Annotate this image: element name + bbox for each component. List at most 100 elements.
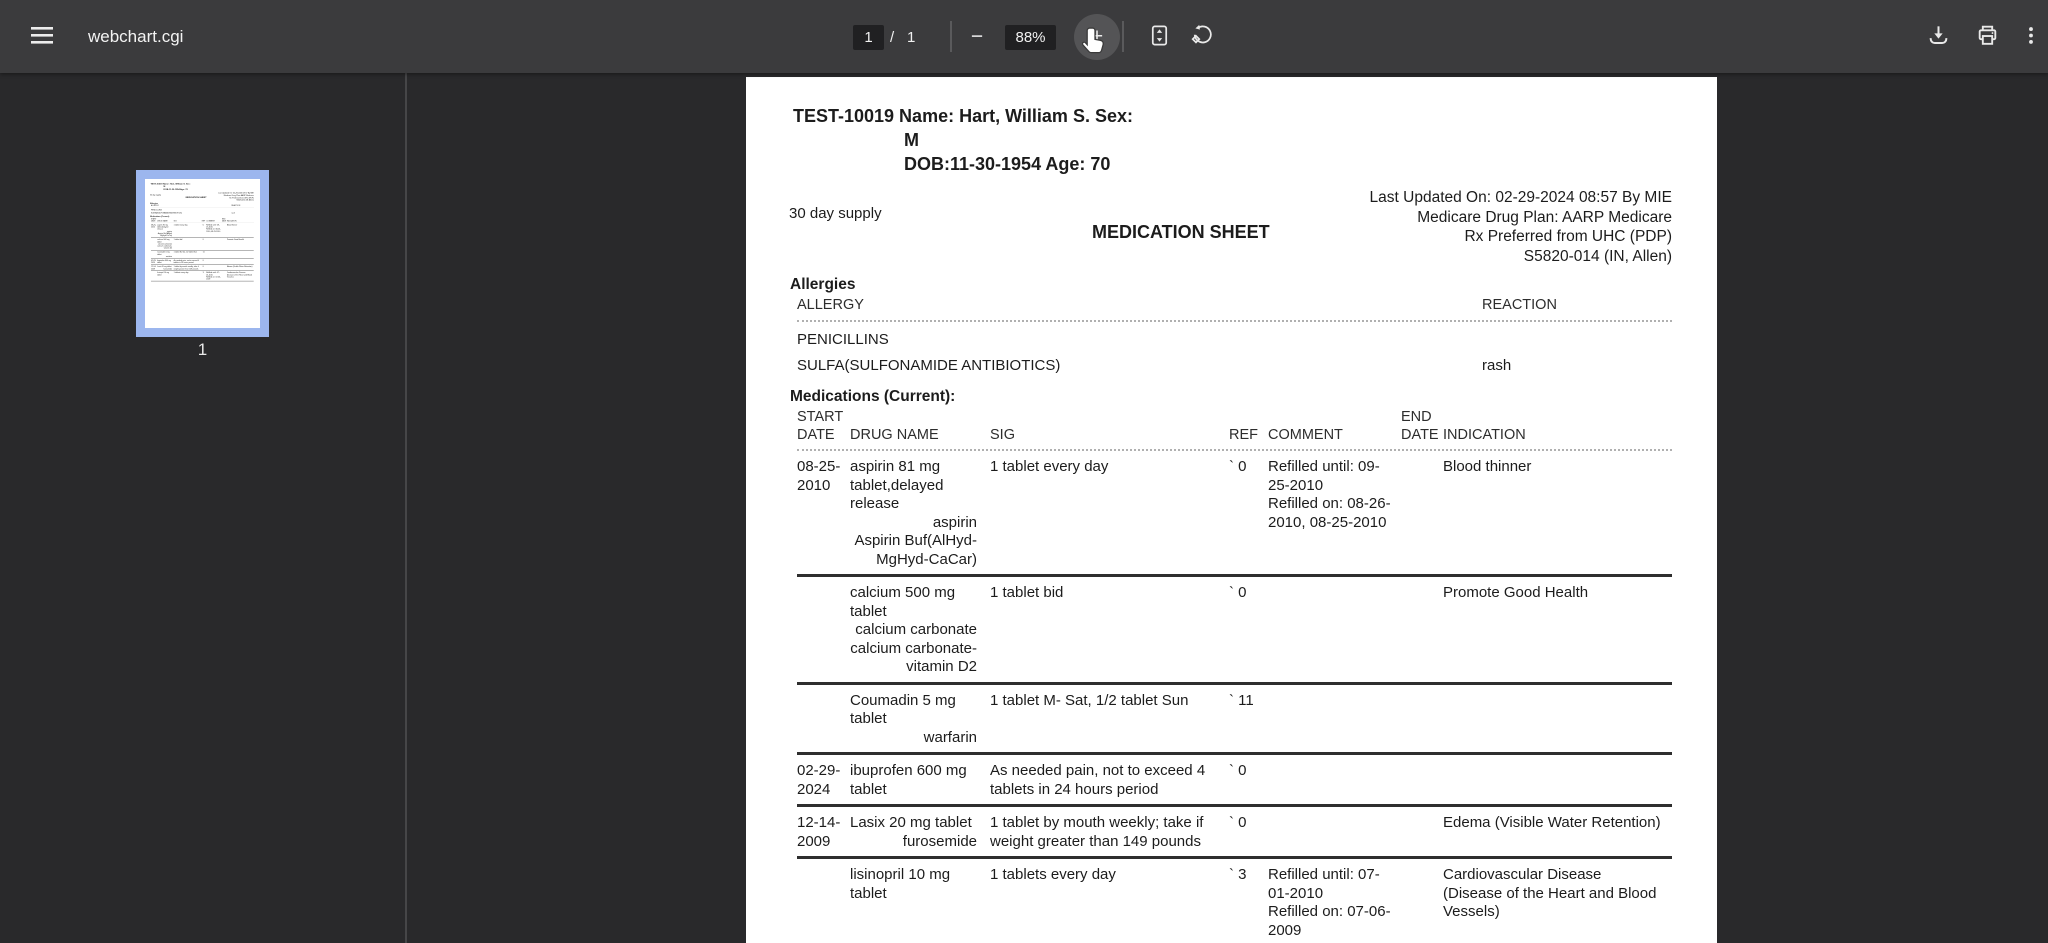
comment-cell <box>1268 807 1401 856</box>
comment-cell <box>1268 755 1401 804</box>
start-date-cell <box>797 577 850 682</box>
allergy-reaction: rash <box>1482 357 1512 374</box>
indication-cell: Cardiovascular Disease (Disease of the H… <box>1443 866 1657 920</box>
start-date-cell: 02-29-2024 <box>797 762 841 798</box>
header-line-bottom: REF <box>1229 427 1258 443</box>
start-date-cell: 08-25-2010 <box>797 458 841 494</box>
sig-cell: 1 tablet bid <box>990 584 1064 601</box>
header-line-top <box>1443 408 1672 426</box>
toolbar-divider <box>1122 21 1124 52</box>
medication-column-header: SIG <box>990 408 1229 444</box>
ref-cell: ` 0 <box>1229 814 1247 831</box>
end-date-cell <box>1401 859 1443 943</box>
document-viewport[interactable]: TEST-10019 Name: Hart, William S. Sex: M… <box>407 73 2048 943</box>
drug-name-cell: ibuprofen 600 mg tablet <box>850 755 990 804</box>
download-button[interactable] <box>1920 19 1956 55</box>
document-page: TEST-10019 Name: Hart, William S. Sex: M… <box>746 77 1717 943</box>
allergies-table: ALLERGY REACTION PENICILLINS SULFA(SULFON… <box>797 297 1672 374</box>
medication-row: calcium 500 mg tablet calcium carbonate ca… <box>797 577 1672 685</box>
last-updated: Last Updated On: 02-29-2024 08:57 By MIE <box>1369 189 1672 206</box>
end-date-cell <box>1401 685 1443 753</box>
page-thumbnail[interactable]: TEST-10019 Name: Hart, William S. Sex: M… <box>136 170 269 337</box>
more-options-button[interactable] <box>2017 19 2045 55</box>
page-thumbnail-preview: TEST-10019 Name: Hart, William S. Sex: M… <box>145 179 259 327</box>
allergies-heading: Allergies <box>790 276 856 293</box>
medications-heading: Medications (Current): <box>790 388 956 405</box>
drug-name-cell: calcium 500 mg tablet calcium carbonate ca… <box>850 577 990 682</box>
sig-cell: 1 tablets every day <box>990 866 1116 883</box>
drug-brand-name: Coumadin 5 mg tablet <box>850 691 956 728</box>
medication-column-header: DRUG NAME <box>850 408 990 444</box>
patient-dob-age: DOB:11-30-1954 Age: 70 <box>904 154 1111 174</box>
zoom-level: 88% <box>1005 25 1056 50</box>
plan-info-block: Last Updated On: 02-29-2024 08:57 By MIE… <box>1370 188 1672 266</box>
comment-cell <box>1268 577 1401 682</box>
start-date-cell <box>797 685 850 753</box>
header-line-top: END <box>1401 409 1432 425</box>
patient-sex: M <box>904 130 919 150</box>
comment-cell <box>1268 685 1401 753</box>
page-separator: / <box>890 29 895 46</box>
start-date-cell <box>797 859 850 943</box>
header-line-top <box>850 408 990 426</box>
comment-cell: Refilled until: 09-25-2010 Refilled on: 0… <box>1268 451 1401 574</box>
page-number-input[interactable]: 1 <box>853 25 884 50</box>
reaction-column-header: REACTION <box>1482 297 1557 313</box>
drug-plan-2: Rx Preferred from UHC (PDP) <box>1464 228 1672 245</box>
drug-name-cell: lisinopril 10 mg tablet <box>850 859 990 943</box>
drug-brand-name: ibuprofen 600 mg tablet <box>850 762 967 798</box>
print-button[interactable] <box>1969 19 2005 55</box>
pdf-toolbar: webchart.cgi 1 / 1 − 88% + <box>0 0 2048 73</box>
drug-generic-name: Aspirin Buf(AlHyd-MgHyd-CaCar) <box>854 532 977 568</box>
end-date-cell <box>1401 577 1443 682</box>
drug-generic-name: warfarin <box>923 728 977 746</box>
medications-table: START DATE DRUG NAME SIG REF COMMENT END DATE IN… <box>797 408 1672 943</box>
menu-button[interactable] <box>24 19 60 55</box>
header-line-bottom: DATE <box>797 427 835 443</box>
zoom-out-button[interactable]: − <box>959 19 995 55</box>
header-line-bottom: COMMENT <box>1268 427 1343 443</box>
rotate-counterclockwise-icon <box>1191 24 1214 50</box>
zoom-in-button[interactable]: + <box>1079 19 1115 55</box>
drug-generic-name: calcium carbonate <box>855 621 977 638</box>
medication-column-header: START DATE <box>797 408 850 444</box>
medication-row: 08-25-2010 aspirin 81 mg tablet,delayed r… <box>797 451 1672 577</box>
allergy-name: SULFA(SULFONAMIDE ANTIBIOTICS) <box>797 357 1061 374</box>
header-line-top: START <box>797 409 844 425</box>
indication-cell: Edema (Visible Water Retention) <box>1443 814 1661 831</box>
sig-cell: As needed pain, not to exceed 4 tablets … <box>990 762 1206 798</box>
thumbnail-sidebar[interactable]: TEST-10019 Name: Hart, William S. Sex: M… <box>0 73 405 943</box>
medication-row: 02-29-2024 ibuprofen 600 mg tablet As need… <box>797 755 1672 807</box>
medication-column-header: END DATE <box>1401 408 1443 444</box>
drug-plan: Medicare Drug Plan: AARP Medicare <box>1417 208 1672 226</box>
medication-row: Coumadin 5 mg tablet warfarin 1 tablet M- … <box>797 685 1672 755</box>
allergy-row: PENICILLINS <box>797 322 1672 348</box>
header-line-top <box>1229 408 1268 426</box>
sig-cell: 1 tablet by mouth weekly; take if weight… <box>990 814 1204 850</box>
drug-name-cell: Lasix 20 mg tablet furosemide <box>850 807 990 856</box>
drug-name-cell: Coumadin 5 mg tablet warfarin <box>850 685 990 753</box>
header-line-bottom: DATE <box>1401 427 1439 443</box>
patient-id-name: TEST-10019 Name: Hart, William S. Sex: <box>793 106 1133 126</box>
header-line-top <box>1268 408 1401 426</box>
drug-plan-3: S5820-014 (IN, Allen) <box>1523 247 1672 265</box>
kebab-menu-icon <box>2020 23 2042 51</box>
rotate-button[interactable] <box>1184 19 1220 55</box>
hamburger-icon <box>30 27 54 49</box>
sheet-title: MEDICATION SHEET <box>1092 222 1270 242</box>
ref-cell: ` 11 <box>1229 691 1254 709</box>
allergy-name: PENICILLINS <box>797 331 889 348</box>
page-total: 1 <box>907 29 916 46</box>
comment-line: Refilled on: 07-06-2009 <box>1268 903 1391 939</box>
drug-name-cell: aspirin 81 mg tablet,delayed release aspi… <box>850 451 990 574</box>
drug-brand-name: Lasix 20 mg tablet <box>850 814 972 831</box>
ref-cell: ` 0 <box>1229 584 1247 601</box>
comment-cell: Refilled until: 07-01-2010 Refilled on: 0… <box>1268 859 1401 943</box>
fit-to-page-button[interactable] <box>1141 19 1177 55</box>
ref-cell: ` 3 <box>1229 866 1247 883</box>
medication-column-header: COMMENT <box>1268 408 1401 444</box>
sig-cell: 1 tablet M- Sat, 1/2 tablet Sun <box>990 691 1189 709</box>
allergy-row: SULFA(SULFONAMIDE ANTIBIOTICS) rash <box>797 348 1672 374</box>
comment-line: Refilled until: 07-01-2010 <box>1268 866 1380 902</box>
header-line-bottom: DRUG NAME <box>850 427 939 443</box>
